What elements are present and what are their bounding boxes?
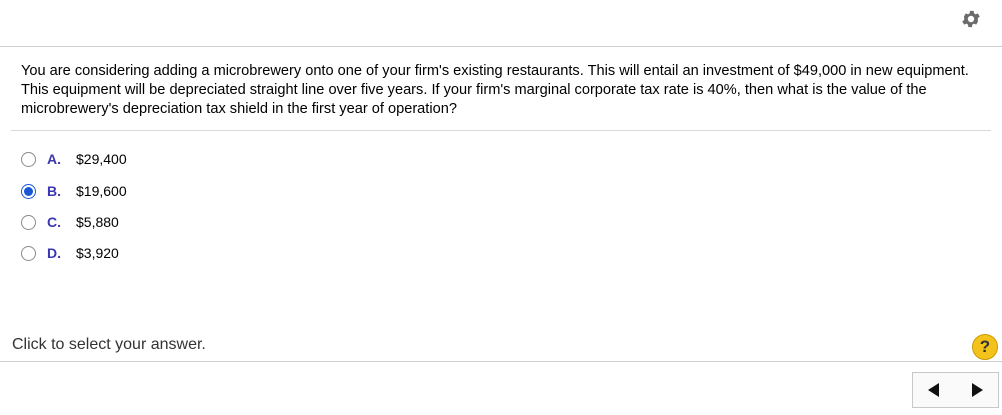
option-letter: B. xyxy=(47,183,61,199)
option-c[interactable]: C. $5,880 xyxy=(21,211,221,233)
triangle-right-icon xyxy=(971,383,983,397)
gear-icon xyxy=(962,10,980,28)
navigation-controls xyxy=(912,372,999,408)
option-text: $5,880 xyxy=(76,214,119,230)
option-a[interactable]: A. $29,400 xyxy=(21,148,221,170)
question-divider xyxy=(11,130,991,131)
status-text: Click to select your answer. xyxy=(12,336,206,353)
option-d[interactable]: D. $3,920 xyxy=(21,242,221,264)
option-letter: D. xyxy=(47,245,61,261)
previous-button[interactable] xyxy=(924,380,944,400)
footer-divider xyxy=(0,361,1002,362)
help-button[interactable]: ? xyxy=(972,334,998,360)
radio-button[interactable] xyxy=(21,245,36,261)
radio-button[interactable] xyxy=(21,151,36,167)
option-letter: A. xyxy=(47,151,61,167)
settings-gear-button[interactable] xyxy=(960,8,982,30)
radio-button-selected[interactable] xyxy=(21,183,36,199)
option-letter: C. xyxy=(47,214,61,230)
option-text: $29,400 xyxy=(76,151,127,167)
help-icon: ? xyxy=(979,337,991,356)
triangle-left-icon xyxy=(928,383,940,397)
header-divider xyxy=(0,46,1002,47)
radio-button[interactable] xyxy=(21,214,36,230)
option-b[interactable]: B. $19,600 xyxy=(21,180,221,202)
question-text: You are considering adding a microbrewer… xyxy=(21,63,969,117)
next-button[interactable] xyxy=(967,380,987,400)
option-text: $3,920 xyxy=(76,245,119,261)
option-text: $19,600 xyxy=(76,183,127,199)
